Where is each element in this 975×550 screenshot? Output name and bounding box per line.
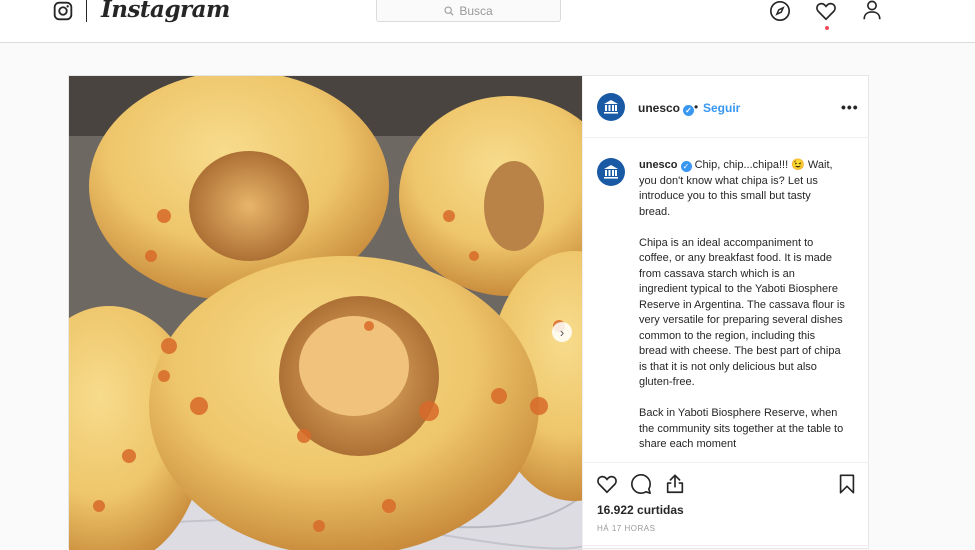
unesco-logo-icon	[604, 100, 618, 114]
separator-dot: •	[694, 100, 699, 114]
avatar[interactable]	[597, 93, 625, 121]
top-navigation-bar: Instagram Busca	[0, 0, 975, 43]
caption-text: unesco ✓ Chip, chip...chipa!!! 😉 Wait, yo…	[639, 158, 845, 462]
caption-paragraph-1: unesco ✓ Chip, chip...chipa!!! 😉 Wait, yo…	[639, 158, 845, 220]
bookmark-icon[interactable]	[836, 473, 858, 495]
comment-icon[interactable]	[630, 473, 652, 495]
search-placeholder: Busca	[459, 3, 493, 18]
verified-badge-icon: ✓	[683, 105, 695, 116]
brand-divider	[86, 0, 87, 22]
verified-badge-icon: ✓	[680, 161, 692, 172]
compass-icon[interactable]	[769, 0, 791, 22]
comment-divider	[583, 545, 869, 546]
post-photo[interactable]: ›	[69, 76, 582, 550]
search-icon	[444, 5, 454, 16]
more-options-button[interactable]: •••	[841, 99, 859, 115]
post-sidebar: unesco ✓ • Seguir ••• unesco ✓ Chip, chip.…	[582, 76, 869, 550]
like-heart-icon[interactable]	[596, 473, 618, 495]
share-icon[interactable]	[664, 473, 686, 495]
caption-avatar[interactable]	[597, 158, 625, 186]
caption-paragraph-3: Back in Yaboti Biosphere Reserve, when t…	[639, 407, 844, 450]
post-card: › unesco ✓ • Seguir ••• unesco ✓ Chip, c…	[68, 75, 869, 550]
post-actions: 16.922 curtidas HÁ 17 HORAS	[583, 462, 869, 550]
follow-button[interactable]: Seguir	[703, 101, 740, 115]
profile-icon[interactable]	[861, 0, 883, 22]
caption-username[interactable]: unesco	[639, 159, 678, 171]
chipa-bread-image	[69, 76, 582, 550]
next-photo-button[interactable]: ›	[552, 322, 572, 342]
caption-paragraph-2: Chipa is an ideal accompaniment to coffe…	[639, 236, 845, 389]
instagram-glyph-icon[interactable]	[53, 1, 73, 21]
post-header: unesco ✓ • Seguir •••	[583, 76, 869, 138]
heart-icon[interactable]	[815, 0, 837, 22]
post-author[interactable]: unesco ✓	[638, 101, 695, 116]
search-input[interactable]: Busca	[376, 0, 561, 22]
notification-dot	[825, 26, 829, 30]
unesco-logo-icon	[604, 165, 618, 179]
post-timestamp[interactable]: HÁ 17 HORAS	[597, 524, 655, 533]
instagram-wordmark-logo[interactable]: Instagram	[101, 0, 230, 23]
like-count[interactable]: 16.922 curtidas	[597, 503, 684, 517]
caption-area: unesco ✓ Chip, chip...chipa!!! 😉 Wait, yo…	[583, 138, 869, 462]
author-username[interactable]: unesco	[638, 101, 680, 115]
